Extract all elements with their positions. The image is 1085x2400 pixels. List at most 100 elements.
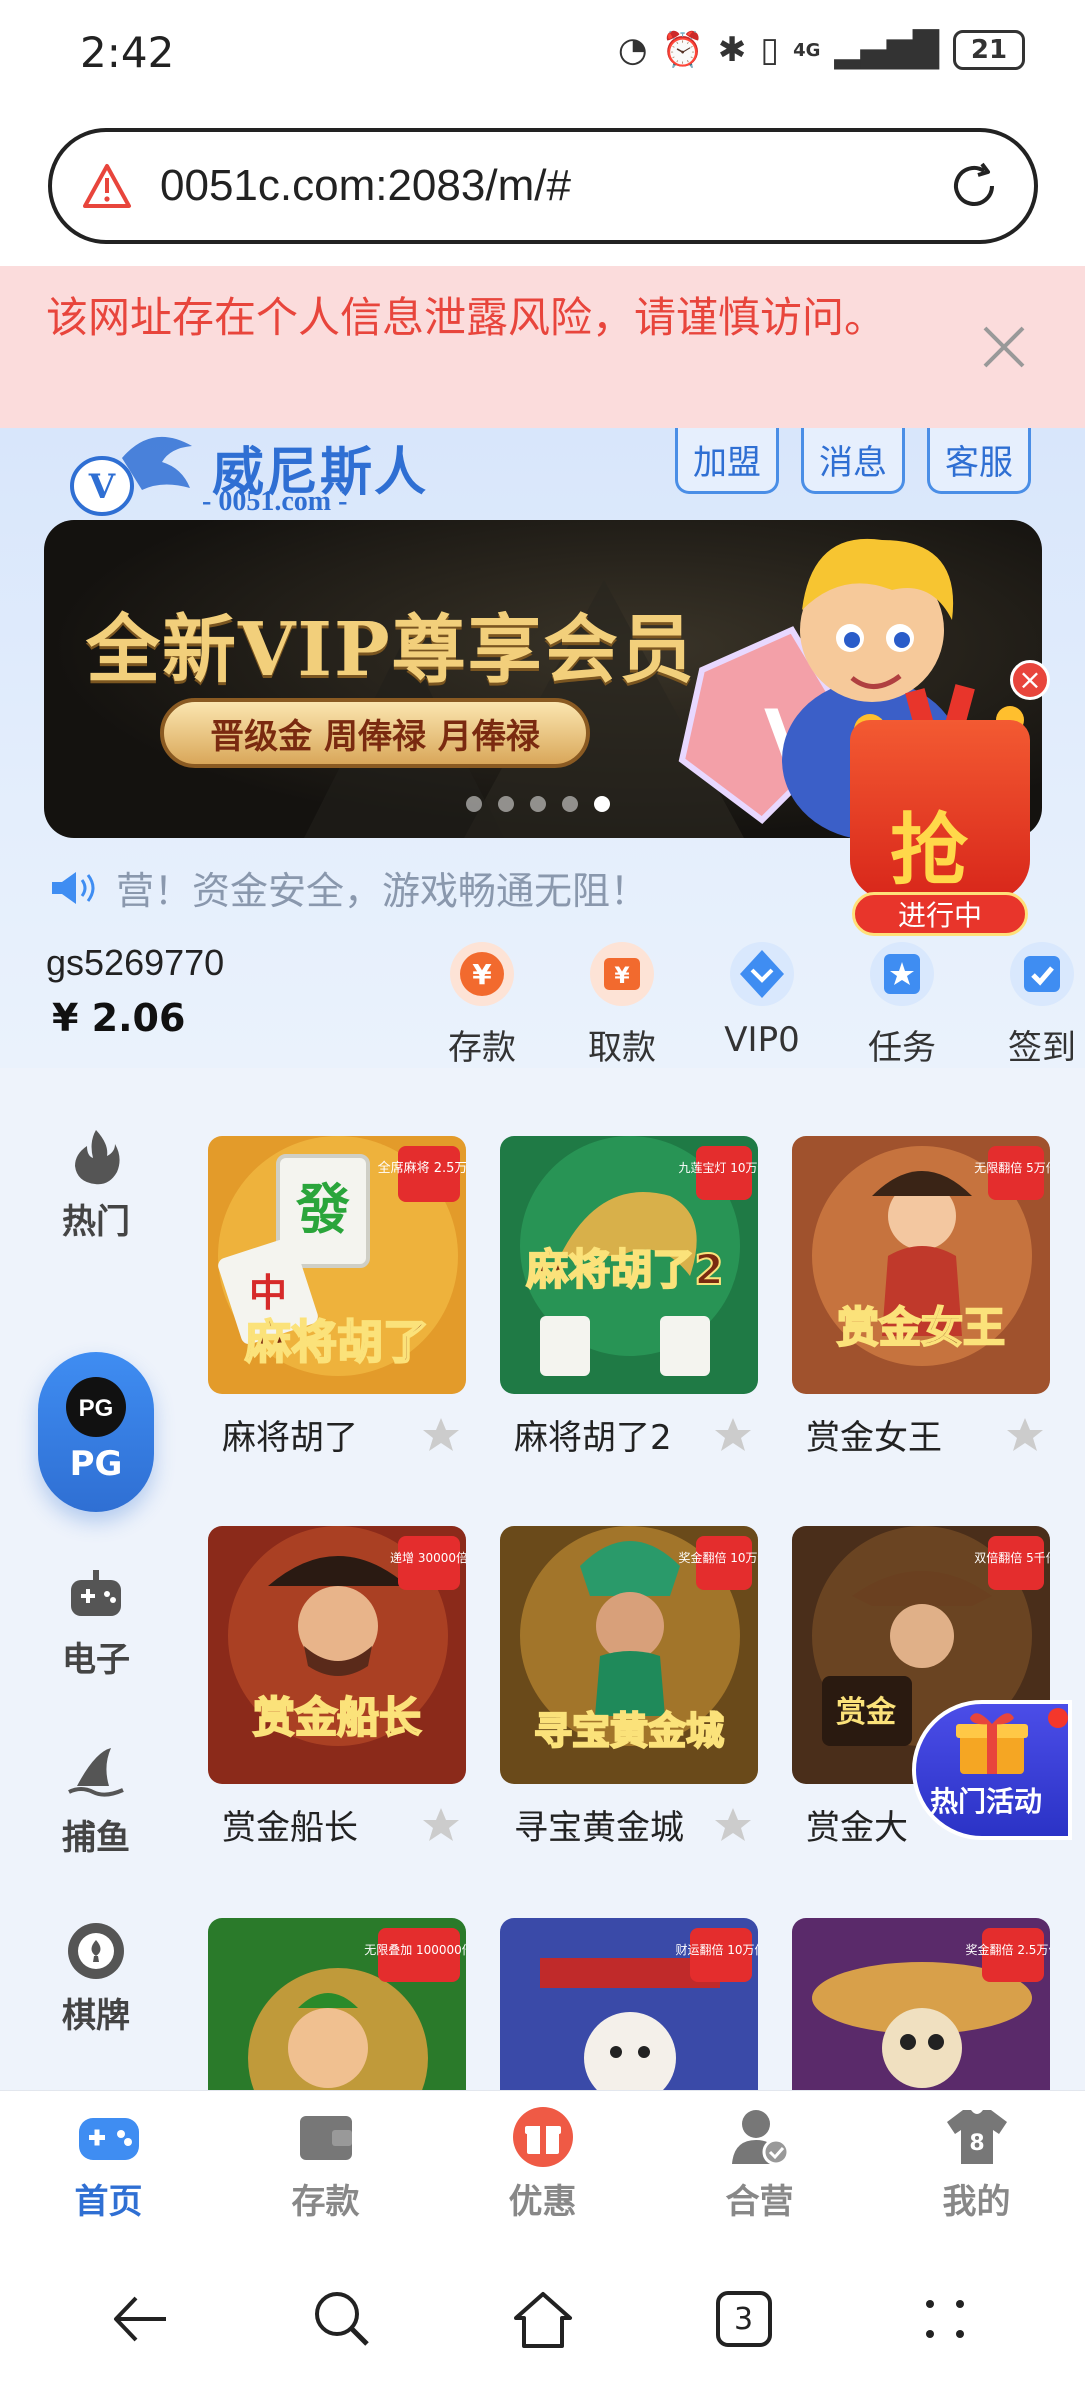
game-thumbnail[interactable]: 寻宝黄金城 奖金翻倍 10万倍 [500, 1526, 758, 1784]
speed-icon: ◔ [617, 30, 648, 70]
game-thumbnail[interactable]: 财运翻倍 10万倍 [500, 1918, 758, 2090]
reload-icon[interactable] [944, 156, 1004, 216]
username: gs5269770 [46, 942, 225, 983]
withdraw-icon: ¥ [590, 942, 654, 1006]
star-icon[interactable] [422, 1416, 460, 1454]
tab-promotions[interactable]: 优惠 [434, 2091, 651, 2238]
pg-logo-icon: PG [66, 1377, 126, 1437]
status-time: 2:42 [80, 28, 175, 77]
star-icon[interactable] [714, 1416, 752, 1454]
site-logo[interactable]: V 威尼斯人 - 0051.com - [62, 428, 432, 520]
category-hot[interactable]: 热门 [38, 1126, 154, 1243]
game-card[interactable]: 无限叠加 100000倍 [208, 1918, 466, 2090]
star-icon[interactable] [422, 1806, 460, 1844]
support-button[interactable]: 客服 [927, 428, 1031, 494]
checkin-label: 签到 [1008, 1028, 1076, 1068]
deposit-label: 存款 [448, 1028, 516, 1068]
game-card[interactable]: 麻将胡了2 九莲宝灯 10万倍 麻将胡了2 [500, 1136, 758, 1459]
game-thumbnail[interactable]: 發 中 麻将胡了 全席麻将 2.5万倍 [208, 1136, 466, 1394]
category-label: 热门 [62, 1202, 130, 1242]
status-bar: 2:42 ◔ ⏰ ✱ ▯ 4G ▂▄▆█ 21 [0, 0, 1085, 110]
game-card[interactable]: 财运翻倍 10万倍 [500, 1918, 758, 2090]
tab-label: 我的 [942, 2182, 1011, 2222]
join-button[interactable]: 加盟 [675, 428, 779, 494]
url-text[interactable]: 0051c.com:2083/m/# [160, 161, 944, 211]
game-title: 赏金船长 [222, 1808, 358, 1848]
game-title: 赏金大 [806, 1808, 908, 1848]
game-card[interactable]: 赏金女王 无限翻倍 5万倍 赏金女王 [792, 1136, 1050, 1459]
tabs-count-icon: 3 [715, 2291, 772, 2347]
vip-icon [730, 942, 794, 1006]
star-icon[interactable] [1006, 1416, 1044, 1454]
category-pg[interactable]: PG PG [38, 1352, 154, 1512]
game-card[interactable]: 發 中 麻将胡了 全席麻将 2.5万倍 麻将胡了 [208, 1136, 466, 1459]
mahjong-game-art: 發 中 麻将胡了 全席麻将 2.5万倍 [208, 1136, 466, 1394]
tab-deposit[interactable]: 存款 [217, 2091, 434, 2238]
game-title-row: 麻将胡了 [208, 1410, 466, 1459]
game-thumbnail[interactable]: 赏金船长 递增 30000倍 [208, 1526, 466, 1784]
game-thumbnail[interactable]: 无限叠加 100000倍 [208, 1918, 466, 2090]
star-icon[interactable] [714, 1806, 752, 1844]
game-badge: 九莲宝灯 10万倍 [678, 1160, 758, 1175]
checkin-action[interactable]: 签到 [972, 938, 1085, 1069]
search-icon[interactable] [307, 2284, 377, 2354]
category-slots[interactable]: 电子 [38, 1564, 154, 1681]
game-thumbnail[interactable]: 奖金翻倍 2.5万倍 [792, 1918, 1050, 2090]
carousel-dots[interactable] [466, 796, 610, 812]
tab-partnership[interactable]: 合营 [651, 2091, 868, 2238]
deposit-action[interactable]: ¥ 存款 [412, 938, 552, 1069]
wallet-icon [299, 2116, 352, 2160]
bottom-tab-bar: 首页 存款 优惠 合营 8 我的 [0, 2090, 1085, 2238]
category-cards[interactable]: 棋牌 [38, 1920, 154, 2037]
category-label: 捕鱼 [62, 1818, 130, 1858]
game-badge: 无限翻倍 5万倍 [974, 1160, 1050, 1175]
svg-text:發: 發 [295, 1178, 350, 1241]
deposit-icon: ¥ [450, 942, 514, 1006]
svg-text:麻将胡了: 麻将胡了 [245, 1315, 429, 1369]
more-menu-icon[interactable] [910, 2284, 980, 2354]
messages-button[interactable]: 消息 [801, 428, 905, 494]
balance: ¥ 2.06 [52, 996, 186, 1040]
back-arrow-icon[interactable] [106, 2284, 176, 2354]
carousel-dot[interactable] [562, 796, 578, 812]
game-title: 麻将胡了2 [514, 1418, 672, 1458]
game-card[interactable]: 寻宝黄金城 奖金翻倍 10万倍 寻宝黄金城 [500, 1526, 758, 1849]
marquee-notice[interactable]: 营！资金安全，游戏畅通无阻！ [48, 860, 648, 915]
game-title-row: 赏金船长 [208, 1800, 466, 1849]
game-badge: 奖金翻倍 2.5万倍 [966, 1942, 1050, 1957]
game-title-row: 赏金女王 [792, 1410, 1050, 1459]
game-card[interactable]: 赏金船长 递增 30000倍 赏金船长 [208, 1526, 466, 1849]
game-thumbnail[interactable]: 赏金女王 无限翻倍 5万倍 [792, 1136, 1050, 1394]
home-icon[interactable] [508, 2284, 578, 2354]
svg-text:中: 中 [249, 1271, 287, 1315]
carousel-dot[interactable] [498, 796, 514, 812]
tab-profile[interactable]: 8 我的 [868, 2091, 1085, 2238]
grab-char: 抢 [890, 805, 969, 896]
close-icon[interactable] [979, 322, 1029, 372]
game-badge: 双倍翻倍 5千倍 [974, 1550, 1050, 1565]
carousel-dot[interactable] [466, 796, 482, 812]
category-label: PG [69, 1444, 123, 1484]
warning-triangle-icon[interactable] [82, 163, 132, 209]
warning-message: 该网址存在个人信息泄露风险，请谨慎访问。 [46, 293, 887, 342]
flame-icon [75, 1130, 120, 1185]
carousel-dot[interactable] [530, 796, 546, 812]
tabs-button[interactable]: 3 [709, 2284, 779, 2354]
game-card[interactable]: 奖金翻倍 2.5万倍 [792, 1918, 1050, 2090]
tab-home[interactable]: 首页 [0, 2091, 217, 2238]
tab-label: 优惠 [508, 2182, 577, 2222]
vip-action[interactable]: VIP0 [692, 938, 832, 1069]
vibrate-icon: ▯ [760, 30, 780, 70]
category-fishing[interactable]: 捕鱼 [38, 1742, 154, 1859]
gift-icon [512, 2107, 573, 2167]
tab-label: 存款 [291, 2182, 360, 2222]
hot-activity-widget[interactable]: 热门活动 [900, 1684, 1085, 1844]
red-envelope-widget[interactable]: × 抢 进行中 [820, 660, 1060, 950]
game-thumbnail[interactable]: 麻将胡了2 九莲宝灯 10万倍 [500, 1136, 758, 1394]
address-bar[interactable]: 0051c.com:2083/m/# [48, 128, 1038, 244]
network-label: 4G [793, 39, 821, 61]
alarm-icon: ⏰ [661, 30, 704, 70]
withdraw-action[interactable]: ¥ 取款 [552, 938, 692, 1069]
task-action[interactable]: 任务 [832, 938, 972, 1069]
carousel-dot-active[interactable] [594, 796, 610, 812]
